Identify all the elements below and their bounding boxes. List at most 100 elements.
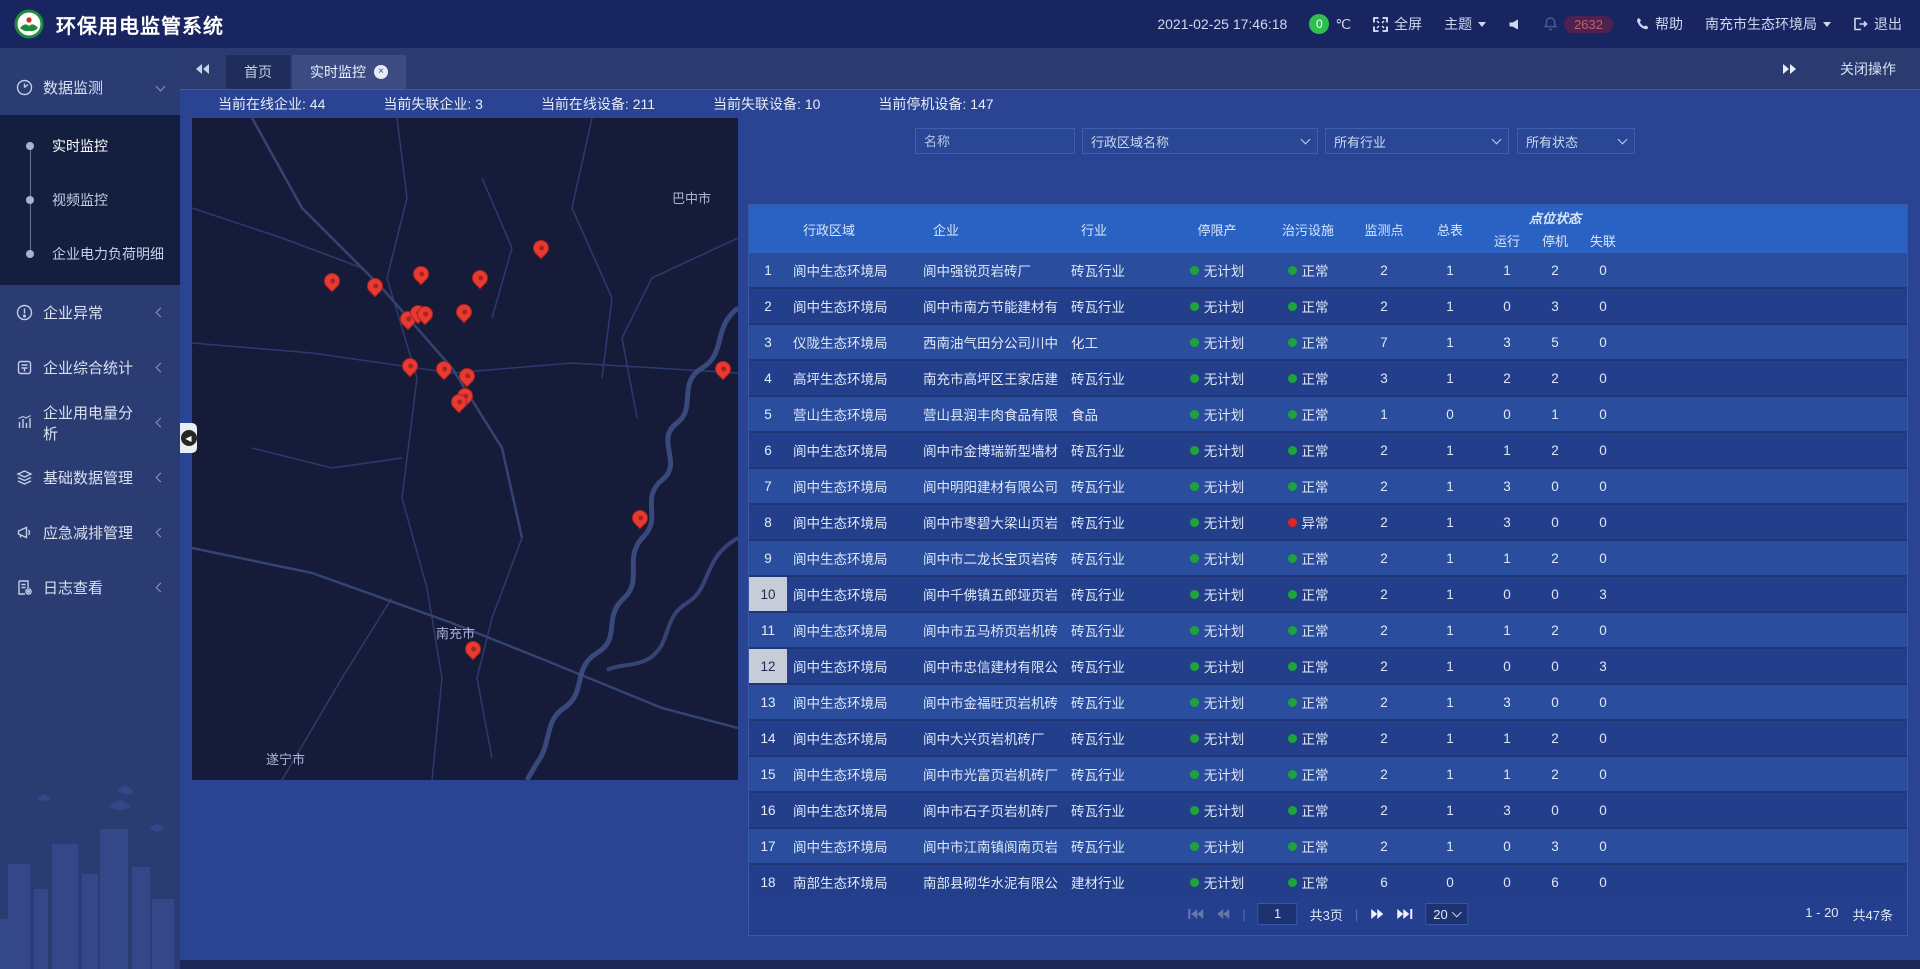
sidebar-item-video-monitoring[interactable]: 视频监控 xyxy=(0,173,180,227)
cell-monitor-points: 2 xyxy=(1351,505,1417,539)
sidebar-item-power-usage-analysis[interactable]: 企业用电量分析 xyxy=(0,395,180,450)
cell-company: 西南油气田分公司川中 xyxy=(917,325,1065,359)
cell-company: 南部县砌华水泥有限公 xyxy=(917,865,1065,889)
cell-monitor-points: 1 xyxy=(1351,397,1417,431)
sidebar-item-realtime-monitoring[interactable]: 实时监控 xyxy=(0,119,180,173)
name-filter-input[interactable] xyxy=(924,134,1066,149)
page-number-input[interactable]: 1 xyxy=(1258,903,1298,925)
table-row[interactable]: 3 仪陇生态环境局 西南油气田分公司川中 化工 无计划 正常 7 1 3 5 0 xyxy=(749,325,1907,359)
sidebar-item-data-monitoring[interactable]: 数据监测 xyxy=(0,60,180,115)
cell-stop-limit: 无计划 xyxy=(1169,325,1265,359)
cell-stop-limit: 无计划 xyxy=(1169,577,1265,611)
cell-filler xyxy=(1627,433,1907,467)
status-filter-select[interactable]: 所有状态 xyxy=(1517,128,1635,154)
sidebar-item-emergency-reduction[interactable]: 应急减排管理 xyxy=(0,505,180,560)
tab-home[interactable]: 首页 xyxy=(226,55,290,89)
chevron-down-icon xyxy=(156,81,166,91)
cell-monitor-points: 2 xyxy=(1351,685,1417,719)
status-dot xyxy=(1190,410,1199,419)
mute-button[interactable] xyxy=(1508,18,1521,31)
table-row[interactable]: 7 阆中生态环境局 阆中明阳建材有限公司 砖瓦行业 无计划 正常 2 1 3 0… xyxy=(749,469,1907,503)
help-button[interactable]: 帮助 xyxy=(1635,14,1683,34)
cell-company: 阆中千佛镇五郎垭页岩 xyxy=(917,577,1065,611)
log-doc-icon xyxy=(16,579,33,596)
table-row[interactable]: 18 南部生态环境局 南部县砌华水泥有限公 建材行业 无计划 正常 6 0 0 … xyxy=(749,865,1907,889)
status-dot xyxy=(1288,698,1297,707)
region-filter-value: 行政区域名称 xyxy=(1091,132,1169,151)
table-row[interactable]: 2 阆中生态环境局 阆中市南方节能建材有 砖瓦行业 无计划 正常 2 1 0 3… xyxy=(749,289,1907,323)
theme-dropdown[interactable]: 主题 xyxy=(1444,14,1486,34)
sidebar-item-power-load-detail[interactable]: 企业电力负荷明细 xyxy=(0,227,180,281)
cell-company: 阆中市忠信建材有限公 xyxy=(917,649,1065,683)
first-page-icon[interactable] xyxy=(1187,908,1204,920)
table-row[interactable]: 1 阆中生态环境局 阆中强锐页岩砖厂 砖瓦行业 无计划 正常 2 1 1 2 0 xyxy=(749,253,1907,287)
total-pages-label: 共3页 xyxy=(1310,905,1343,924)
org-dropdown[interactable]: 南充市生态环境局 xyxy=(1705,14,1831,34)
status-dot xyxy=(1288,266,1297,275)
cell-stopped: 3 xyxy=(1531,829,1579,863)
cell-pollution-facility: 异常 xyxy=(1265,505,1351,539)
table-row[interactable]: 4 高坪生态环境局 南充市高坪区王家店建 砖瓦行业 无计划 正常 3 1 2 2… xyxy=(749,361,1907,395)
facility-label: 正常 xyxy=(1302,728,1329,748)
stop-limit-label: 无计划 xyxy=(1204,764,1245,784)
table-row[interactable]: 16 阆中生态环境局 阆中市石子页岩机砖厂 砖瓦行业 无计划 正常 2 1 3 … xyxy=(749,793,1907,827)
page-size-select[interactable]: 20 xyxy=(1425,903,1468,925)
table-row[interactable]: 12 阆中生态环境局 阆中市忠信建材有限公 砖瓦行业 无计划 正常 2 1 0 … xyxy=(749,649,1907,683)
app-title: 环保用电监管系统 xyxy=(56,10,224,39)
sidebar-item-log-view[interactable]: 日志查看 xyxy=(0,560,180,615)
cell-running: 0 xyxy=(1483,397,1531,431)
table-row[interactable]: 17 阆中生态环境局 阆中市江南镇阆南页岩 砖瓦行业 无计划 正常 2 1 0 … xyxy=(749,829,1907,863)
help-label: 帮助 xyxy=(1655,14,1683,34)
sidebar-item-enterprise-statistics[interactable]: 企业综合统计 xyxy=(0,340,180,395)
stop-limit-label: 无计划 xyxy=(1204,872,1245,889)
sidebar-item-enterprise-abnormal[interactable]: 企业异常 xyxy=(0,285,180,340)
cell-filler xyxy=(1627,253,1907,287)
chevron-down-icon xyxy=(1618,135,1628,145)
cell-stopped: 3 xyxy=(1531,289,1579,323)
cell-main-meter: 0 xyxy=(1417,397,1483,431)
cell-running: 0 xyxy=(1483,289,1531,323)
fullscreen-button[interactable]: 全屏 xyxy=(1373,14,1422,34)
prev-page-icon[interactable] xyxy=(1216,908,1230,920)
cell-region: 阆中生态环境局 xyxy=(787,757,917,791)
cell-monitor-points: 2 xyxy=(1351,721,1417,755)
tabs-scroll-right-icon[interactable] xyxy=(1782,63,1798,75)
next-page-icon[interactable] xyxy=(1370,908,1384,920)
cell-stopped: 2 xyxy=(1531,613,1579,647)
industry-filter-select[interactable]: 所有行业 xyxy=(1325,128,1509,154)
sidebar-item-basic-data[interactable]: 基础数据管理 xyxy=(0,450,180,505)
tabs-scroll-left-icon[interactable] xyxy=(194,63,210,75)
table-row[interactable]: 8 阆中生态环境局 阆中市枣碧大梁山页岩 砖瓦行业 无计划 异常 2 1 3 0… xyxy=(749,505,1907,539)
facility-label: 正常 xyxy=(1302,656,1329,676)
cell-index: 4 xyxy=(749,361,787,395)
stop-limit-label: 无计划 xyxy=(1204,800,1245,820)
table-row[interactable]: 15 阆中生态环境局 阆中市光富页岩机砖厂 砖瓦行业 无计划 正常 2 1 1 … xyxy=(749,757,1907,791)
cell-running: 1 xyxy=(1483,541,1531,575)
table-row[interactable]: 14 阆中生态环境局 阆中大兴页岩机砖厂 砖瓦行业 无计划 正常 2 1 1 2… xyxy=(749,721,1907,755)
table-row[interactable]: 13 阆中生态环境局 阆中市金福旺页岩机砖 砖瓦行业 无计划 正常 2 1 3 … xyxy=(749,685,1907,719)
notifications-button[interactable]: 2632 xyxy=(1543,16,1613,33)
pager-divider: | xyxy=(1355,907,1358,922)
cell-stop-limit: 无计划 xyxy=(1169,505,1265,539)
content: 巴中市南充市遂宁市 行政区域名称 所有行业 所 xyxy=(180,118,1920,969)
table-row[interactable]: 10 阆中生态环境局 阆中千佛镇五郎垭页岩 砖瓦行业 无计划 正常 2 1 0 … xyxy=(749,577,1907,611)
last-page-icon[interactable] xyxy=(1396,908,1413,920)
logout-button[interactable]: 退出 xyxy=(1853,14,1902,34)
cell-stop-limit: 无计划 xyxy=(1169,253,1265,287)
cell-region: 阆中生态环境局 xyxy=(787,505,917,539)
stop-limit-label: 无计划 xyxy=(1204,368,1245,388)
region-filter-select[interactable]: 行政区域名称 xyxy=(1082,128,1318,154)
close-operations-button[interactable]: 关闭操作 xyxy=(1840,59,1896,79)
sidebar-collapse-handle[interactable]: ◀ xyxy=(180,423,197,453)
name-filter[interactable] xyxy=(915,128,1075,154)
table-row[interactable]: 9 阆中生态环境局 阆中市二龙长宝页岩砖 砖瓦行业 无计划 正常 2 1 1 2… xyxy=(749,541,1907,575)
table-row[interactable]: 6 阆中生态环境局 阆中市金博瑞新型墙材 砖瓦行业 无计划 正常 2 1 1 2… xyxy=(749,433,1907,467)
col-stopped: 停机 xyxy=(1531,229,1579,253)
tab-realtime-monitoring[interactable]: 实时监控 × xyxy=(292,55,406,89)
col-point-status-title: 点位状态 xyxy=(1483,205,1627,229)
table-row[interactable]: 11 阆中生态环境局 阆中市五马桥页岩机砖 砖瓦行业 无计划 正常 2 1 1 … xyxy=(749,613,1907,647)
close-icon[interactable]: × xyxy=(374,65,388,79)
map-canvas[interactable]: 巴中市南充市遂宁市 xyxy=(192,118,738,780)
cell-industry: 砖瓦行业 xyxy=(1065,541,1169,575)
table-row[interactable]: 5 营山生态环境局 营山县润丰肉食品有限 食品 无计划 正常 1 0 0 1 0 xyxy=(749,397,1907,431)
